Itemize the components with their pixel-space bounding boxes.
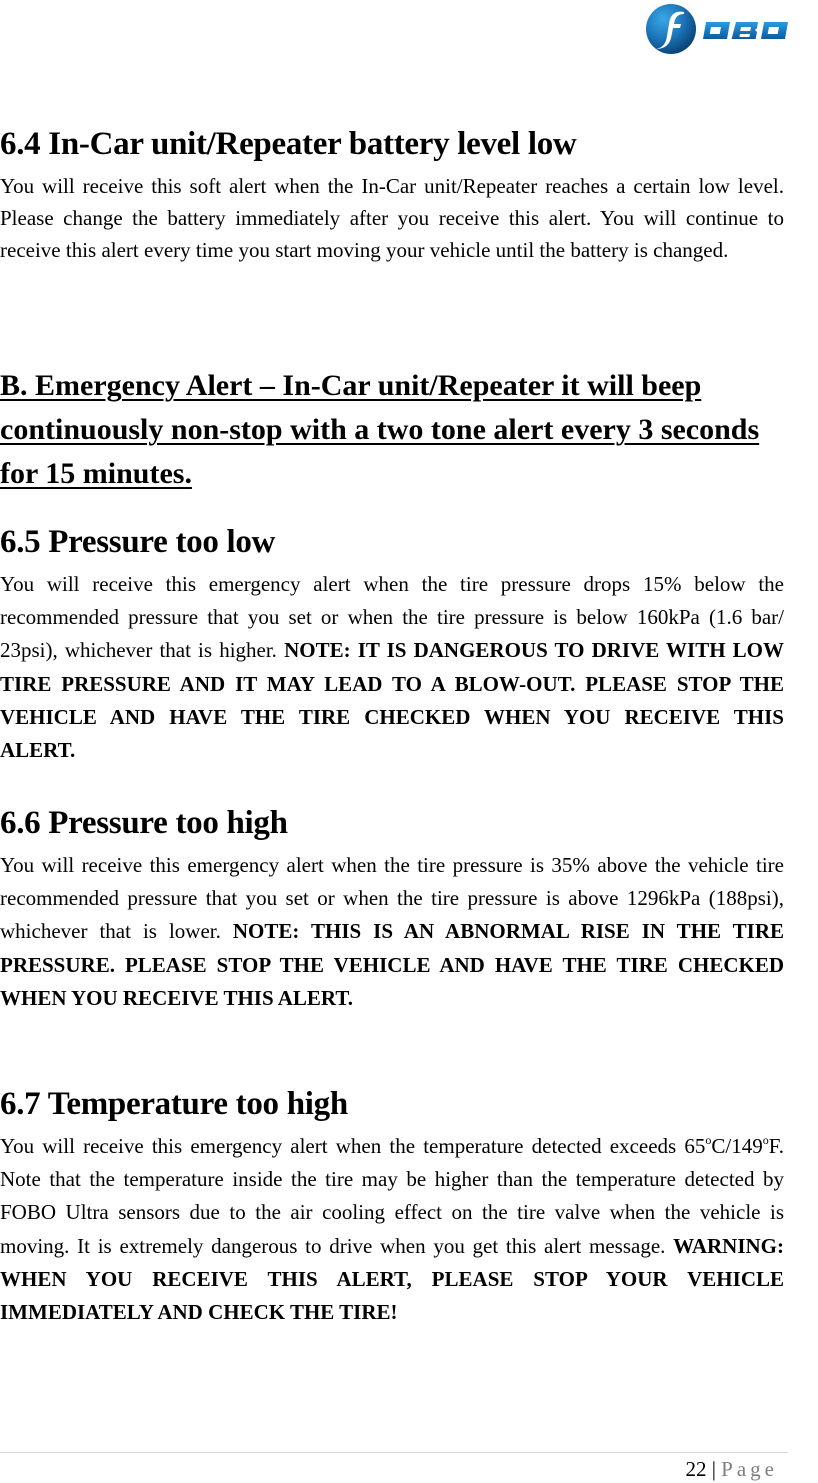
page-label: Page [721, 1457, 778, 1481]
emergency-alert-heading: B. Emergency Alert – In-Car unit/Repeate… [0, 369, 760, 490]
page-footer: 22 | Page [685, 1456, 778, 1482]
fobo-logo [644, 2, 818, 56]
section-6-5-heading: 6.5 Pressure too low [0, 524, 276, 560]
section-6-4-heading: 6.4 In-Car unit/Repeater battery level l… [0, 126, 577, 162]
section-6-6-body: You will receive this emergency alert wh… [0, 849, 784, 1015]
section-6-4-body: You will receive this soft alert when th… [0, 174, 784, 262]
section-6-6-heading: 6.6 Pressure too high [0, 805, 288, 841]
section-6-7-body: You will receive this emergency alert wh… [0, 1130, 784, 1329]
page-separator: | [706, 1457, 722, 1481]
section-6-7-heading: 6.7 Temperature too high [0, 1086, 348, 1122]
page-number: 22 [685, 1457, 707, 1481]
footer-divider [0, 1452, 788, 1453]
section-6-7-text-2: C/149 [711, 1134, 763, 1158]
section-6-5-body: You will receive this emergency alert wh… [0, 568, 784, 767]
fobo-logo-icon [646, 4, 788, 54]
section-6-7-text-1: You will receive this emergency alert wh… [0, 1134, 706, 1158]
